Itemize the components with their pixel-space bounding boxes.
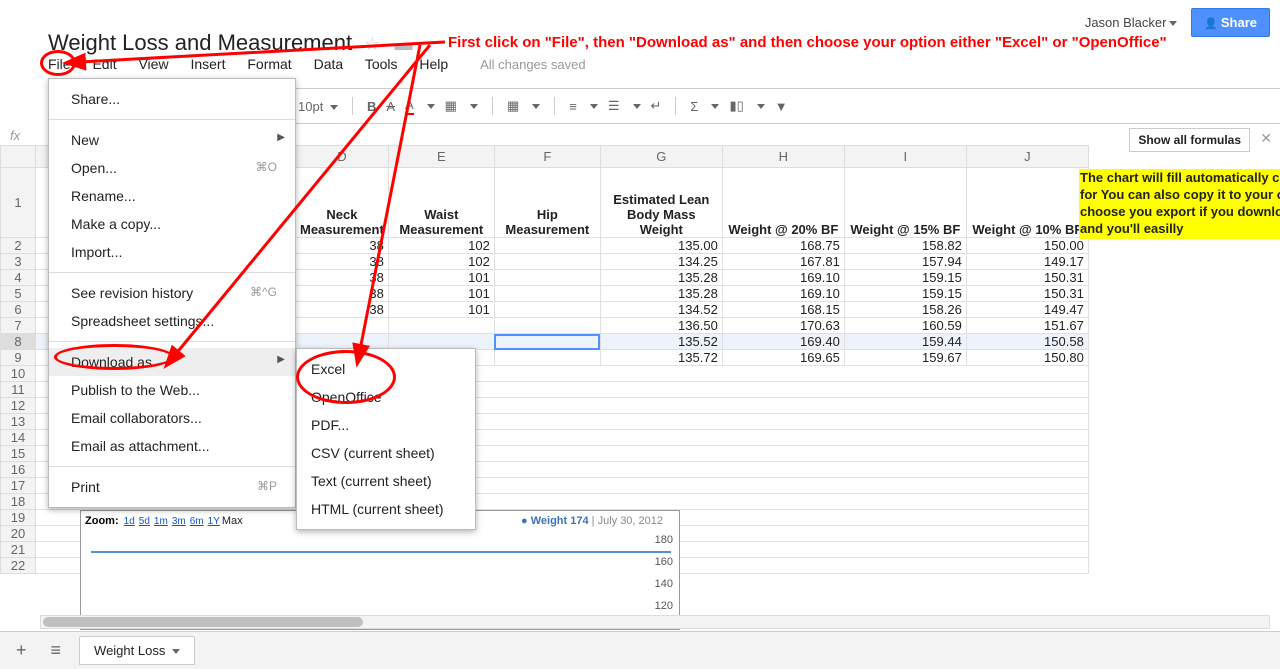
- strike-button[interactable]: A: [386, 99, 395, 114]
- menu-email-collab[interactable]: Email collaborators...: [49, 404, 295, 432]
- menu-new[interactable]: New▶: [49, 126, 295, 154]
- menu-import[interactable]: Import...: [49, 238, 295, 266]
- menu-edit[interactable]: Edit: [92, 56, 116, 72]
- menu-bar: File Edit View Insert Format Data Tools …: [48, 56, 604, 72]
- menu-print[interactable]: Print⌘P: [49, 473, 295, 501]
- submenu-text[interactable]: Text (current sheet): [297, 467, 475, 495]
- annotation-text: First click on "File", then "Download as…: [448, 34, 1167, 51]
- menu-email-attach[interactable]: Email as attachment...: [49, 432, 295, 460]
- menu-open[interactable]: Open...⌘O: [49, 154, 295, 182]
- submenu-openoffice[interactable]: OpenOffice: [297, 383, 475, 411]
- menu-settings[interactable]: Spreadsheet settings...: [49, 307, 295, 335]
- menu-download-as[interactable]: Download as▶: [49, 348, 295, 376]
- menu-revision[interactable]: See revision history⌘^G: [49, 279, 295, 307]
- menu-format[interactable]: Format: [247, 56, 291, 72]
- submenu-pdf[interactable]: PDF...: [297, 411, 475, 439]
- font-size[interactable]: 10pt: [298, 99, 338, 114]
- menu-make-copy[interactable]: Make a copy...: [49, 210, 295, 238]
- add-sheet-button[interactable]: +: [10, 640, 33, 661]
- menu-help[interactable]: Help: [419, 56, 448, 72]
- menu-publish[interactable]: Publish to the Web...: [49, 376, 295, 404]
- submenu-html[interactable]: HTML (current sheet): [297, 495, 475, 523]
- wrap-button[interactable]: ↵: [651, 98, 662, 114]
- doc-title[interactable]: Weight Loss and Measurement ☆ ▬: [48, 30, 412, 56]
- chart-button[interactable]: ▮▯: [729, 98, 743, 114]
- menu-data[interactable]: Data: [314, 56, 344, 72]
- functions-button[interactable]: Σ: [690, 99, 698, 114]
- valign-button[interactable]: ☰: [608, 98, 620, 114]
- selected-cell: [494, 334, 600, 350]
- sheet-tab[interactable]: Weight Loss: [79, 636, 195, 665]
- menu-rename[interactable]: Rename...: [49, 182, 295, 210]
- submenu-excel[interactable]: Excel: [297, 355, 475, 383]
- menu-share[interactable]: Share...: [49, 85, 295, 113]
- user-menu[interactable]: Jason Blacker: [1085, 15, 1178, 30]
- sheet-tabs-bar: + ≡ Weight Loss: [0, 631, 1280, 669]
- download-submenu: Excel OpenOffice PDF... CSV (current she…: [296, 348, 476, 530]
- save-status: All changes saved: [480, 57, 586, 72]
- share-button[interactable]: Share: [1191, 8, 1270, 37]
- align-button[interactable]: ≡: [569, 99, 577, 114]
- menu-view[interactable]: View: [138, 56, 168, 72]
- filter-button[interactable]: ▼: [775, 99, 788, 114]
- borders-button[interactable]: ▦: [507, 98, 519, 114]
- star-icon[interactable]: ☆: [364, 34, 380, 54]
- submenu-csv[interactable]: CSV (current sheet): [297, 439, 475, 467]
- menu-insert[interactable]: Insert: [190, 56, 225, 72]
- formula-bar-label: fx: [10, 128, 20, 143]
- fill-color[interactable]: ▦: [445, 98, 457, 114]
- all-sheets-button[interactable]: ≡: [45, 640, 68, 661]
- bold-button[interactable]: B: [367, 99, 376, 114]
- menu-tools[interactable]: Tools: [365, 56, 398, 72]
- sticky-note: The chart will fill automatically choose…: [1079, 169, 1280, 239]
- folder-icon[interactable]: ▬: [394, 34, 412, 54]
- file-menu-dropdown: Share... New▶ Open...⌘O Rename... Make a…: [48, 78, 296, 508]
- text-color[interactable]: A: [405, 97, 414, 115]
- menu-file[interactable]: File: [48, 56, 71, 72]
- horizontal-scrollbar[interactable]: [40, 615, 1270, 629]
